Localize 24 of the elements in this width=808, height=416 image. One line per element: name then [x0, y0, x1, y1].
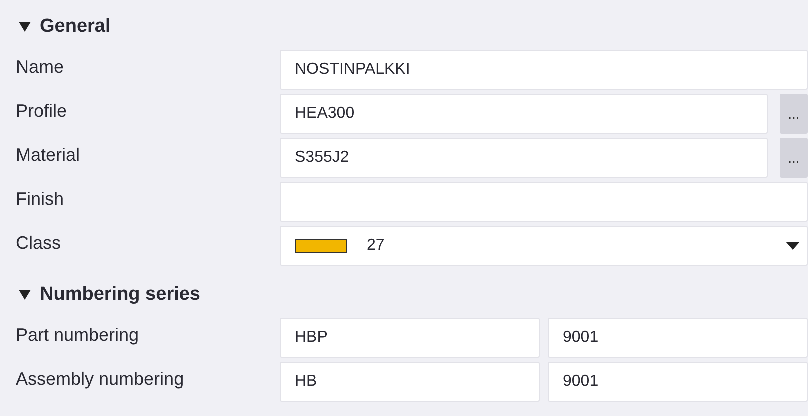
class-value: 27	[367, 237, 385, 255]
property-label: Part numbering	[15, 324, 140, 347]
browse-button[interactable]: ...	[780, 94, 808, 134]
property-label: Material	[15, 144, 82, 166]
number-field[interactable]: HBP	[280, 318, 540, 358]
number-field[interactable]: 9001	[548, 318, 808, 358]
collapse-arrow-icon[interactable]	[18, 289, 32, 301]
text-field[interactable]: S355J2	[280, 138, 768, 178]
property-label: Finish	[15, 188, 66, 210]
section-title: General	[40, 16, 111, 38]
section-title: Numbering series	[40, 284, 200, 306]
collapse-arrow-icon[interactable]	[18, 21, 32, 33]
browse-button[interactable]: ...	[780, 138, 808, 178]
text-field[interactable]: HEA300	[280, 94, 768, 134]
property-label: Assembly numbering	[15, 368, 186, 391]
number-field[interactable]: HB	[280, 362, 540, 402]
number-field[interactable]: 9001	[548, 362, 808, 402]
property-label: Name	[15, 56, 66, 78]
dropdown-arrow-icon	[785, 241, 801, 251]
text-field[interactable]: NOSTINPALKKI	[280, 50, 808, 90]
property-label: Class	[15, 232, 62, 254]
text-field[interactable]	[280, 182, 808, 222]
property-label: Profile	[15, 100, 68, 122]
class-dropdown[interactable]: 27	[280, 226, 808, 266]
